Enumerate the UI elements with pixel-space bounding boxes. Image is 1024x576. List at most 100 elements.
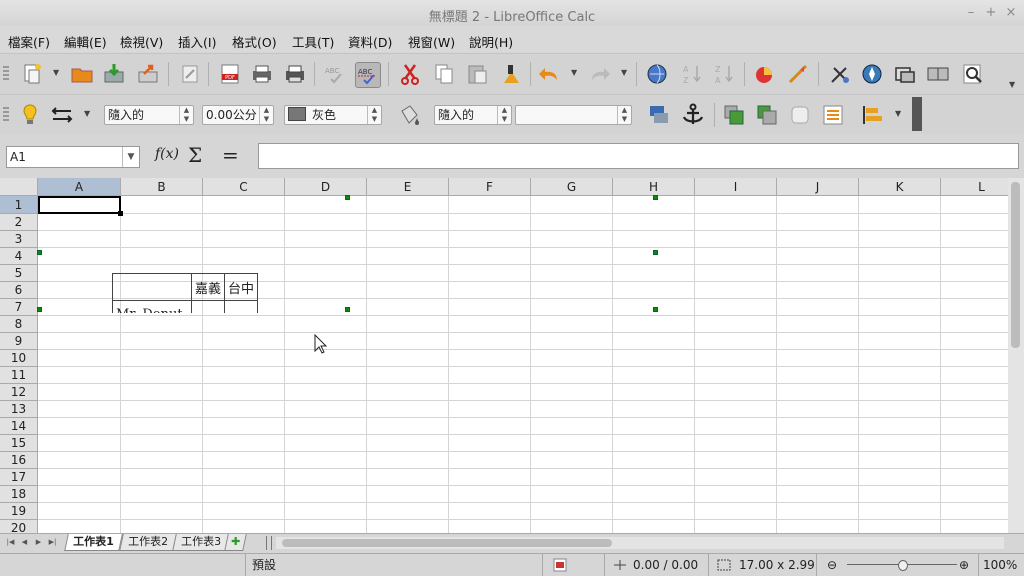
object-handle-top-right[interactable]	[653, 195, 658, 200]
function-wizard-icon[interactable]: f(x)	[155, 146, 179, 162]
last-sheet-icon[interactable]: ▶|	[47, 537, 58, 548]
auto-spellcheck-icon[interactable]: ABC	[355, 62, 381, 88]
area-fill-spin-icon[interactable]: ▲ ▼	[617, 106, 631, 124]
clone-formatting-icon[interactable]	[499, 62, 523, 86]
column-header-j[interactable]: J	[777, 178, 859, 196]
paste-icon[interactable]	[465, 62, 489, 86]
align-dropdown-icon[interactable]: ▼	[895, 109, 901, 118]
object-handle-middle-right[interactable]	[653, 250, 658, 255]
menu-edit[interactable]: 編輯(E)	[64, 32, 107, 51]
line-ends-dropdown-icon[interactable]: ▼	[84, 109, 90, 118]
gallery-icon[interactable]	[893, 62, 917, 86]
print-icon[interactable]	[250, 62, 274, 86]
spellcheck-icon[interactable]: ABC	[323, 62, 347, 86]
line-color-spin-icon[interactable]: ▲ ▼	[367, 106, 381, 124]
row-header-10[interactable]: 10	[0, 350, 38, 367]
next-sheet-icon[interactable]: ▶	[33, 537, 44, 548]
area-fill-select[interactable]: ▲ ▼	[515, 105, 632, 125]
object-handle-middle-left[interactable]	[37, 250, 42, 255]
to-background-icon[interactable]	[788, 103, 812, 127]
row-header-2[interactable]: 2	[0, 214, 38, 231]
align-objects-icon[interactable]	[861, 103, 885, 127]
horizontal-scrollbar-thumb[interactable]	[282, 539, 612, 547]
name-box-dropdown-icon[interactable]: ▼	[122, 147, 139, 167]
minimize-icon[interactable]: –	[962, 4, 980, 22]
hyperlink-icon[interactable]	[645, 62, 669, 86]
autofill-handle[interactable]	[118, 211, 123, 216]
column-header-c[interactable]: C	[203, 178, 285, 196]
area-fill-icon[interactable]	[397, 103, 421, 127]
export-pdf-icon[interactable]: PDF	[218, 62, 242, 86]
undo-icon[interactable]	[537, 62, 561, 86]
toolbar-overflow-icon[interactable]: ▼	[1009, 80, 1015, 89]
sum-icon[interactable]: Σ	[188, 143, 202, 167]
active-cell-a1[interactable]	[38, 196, 121, 214]
menu-window[interactable]: 視窗(W)	[408, 32, 455, 51]
chart-icon[interactable]	[752, 62, 776, 86]
menu-insert[interactable]: 插入(I)	[178, 32, 216, 51]
to-foreground-icon[interactable]	[821, 103, 845, 127]
column-header-i[interactable]: I	[695, 178, 777, 196]
row-header-13[interactable]: 13	[0, 401, 38, 418]
wrap-select[interactable]: 隨入的 ▲ ▼	[104, 105, 194, 125]
zoom-percentage[interactable]: 100%	[978, 554, 1024, 576]
row-header-14[interactable]: 14	[0, 418, 38, 435]
data-sources-icon[interactable]	[926, 62, 950, 86]
row-header-6[interactable]: 6	[0, 282, 38, 299]
menu-file[interactable]: 檔案(F)	[8, 32, 50, 51]
line-color-select[interactable]: 灰色 ▲ ▼	[284, 105, 382, 125]
row-header-18[interactable]: 18	[0, 486, 38, 503]
prev-sheet-icon[interactable]: ◀	[19, 537, 30, 548]
column-header-b[interactable]: B	[121, 178, 203, 196]
sheet-tab-2[interactable]: 工作表2	[119, 534, 177, 551]
row-header-5[interactable]: 5	[0, 265, 38, 282]
column-header-d[interactable]: D	[285, 178, 367, 196]
row-header-17[interactable]: 17	[0, 469, 38, 486]
sort-ascending-icon[interactable]: AZ	[680, 62, 704, 86]
cut-icon[interactable]	[398, 62, 422, 86]
zoom-icon[interactable]	[961, 62, 985, 86]
row-header-7[interactable]: 7	[0, 299, 38, 316]
row-header-3[interactable]: 3	[0, 231, 38, 248]
anchor-icon[interactable]	[681, 103, 705, 127]
column-header-g[interactable]: G	[531, 178, 613, 196]
vertical-scrollbar[interactable]	[1008, 178, 1024, 533]
row-header-19[interactable]: 19	[0, 503, 38, 520]
row-header-20[interactable]: 20	[0, 520, 38, 533]
pivot-table-icon[interactable]	[786, 62, 810, 86]
line-width-field[interactable]: 0.00公分 ▲ ▼	[202, 105, 274, 125]
area-style-select[interactable]: 隨入的 ▲ ▼	[434, 105, 512, 125]
navigator-icon[interactable]	[860, 62, 884, 86]
save-icon[interactable]	[102, 62, 126, 86]
column-header-k[interactable]: K	[859, 178, 941, 196]
zoom-slider[interactable]: ⊖ ⊕	[816, 554, 979, 576]
column-header-f[interactable]: F	[449, 178, 531, 196]
column-header-e[interactable]: E	[367, 178, 449, 196]
spreadsheet-grid[interactable]: A B C D E F G H I J K L 1 2 3 4 5 6 7 8 …	[0, 178, 1008, 533]
first-sheet-icon[interactable]: |◀	[5, 537, 16, 548]
menu-format[interactable]: 格式(O)	[232, 32, 277, 51]
embedded-table-object[interactable]: 嘉義 台中 Mr. Donut	[104, 271, 274, 313]
horizontal-scrollbar[interactable]	[276, 537, 1004, 549]
new-dropdown-icon[interactable]: ▼	[53, 68, 59, 77]
menu-help[interactable]: 說明(H)	[469, 32, 513, 51]
line-ends-icon[interactable]	[50, 103, 74, 127]
row-header-15[interactable]: 15	[0, 435, 38, 452]
sheet-tab-3[interactable]: 工作表3	[172, 534, 230, 551]
object-handle-top-center[interactable]	[345, 195, 350, 200]
formula-input[interactable]	[258, 143, 1019, 169]
toolbar-grip[interactable]	[3, 107, 9, 123]
row-header-16[interactable]: 16	[0, 452, 38, 469]
toolbar-grip[interactable]	[3, 66, 9, 82]
zoom-thumb[interactable]	[898, 560, 908, 571]
select-all-corner[interactable]	[0, 178, 38, 196]
edit-file-icon[interactable]	[178, 62, 202, 86]
row-header-8[interactable]: 8	[0, 316, 38, 333]
new-document-icon[interactable]	[20, 62, 44, 86]
print-preview-icon[interactable]	[283, 62, 307, 86]
export-icon[interactable]	[136, 62, 160, 86]
sheet-tab-1[interactable]: 工作表1	[64, 534, 123, 551]
tab-splitter[interactable]	[266, 536, 272, 550]
zoom-out-icon[interactable]: ⊖	[827, 554, 837, 576]
drawing-functions-icon[interactable]	[828, 62, 852, 86]
